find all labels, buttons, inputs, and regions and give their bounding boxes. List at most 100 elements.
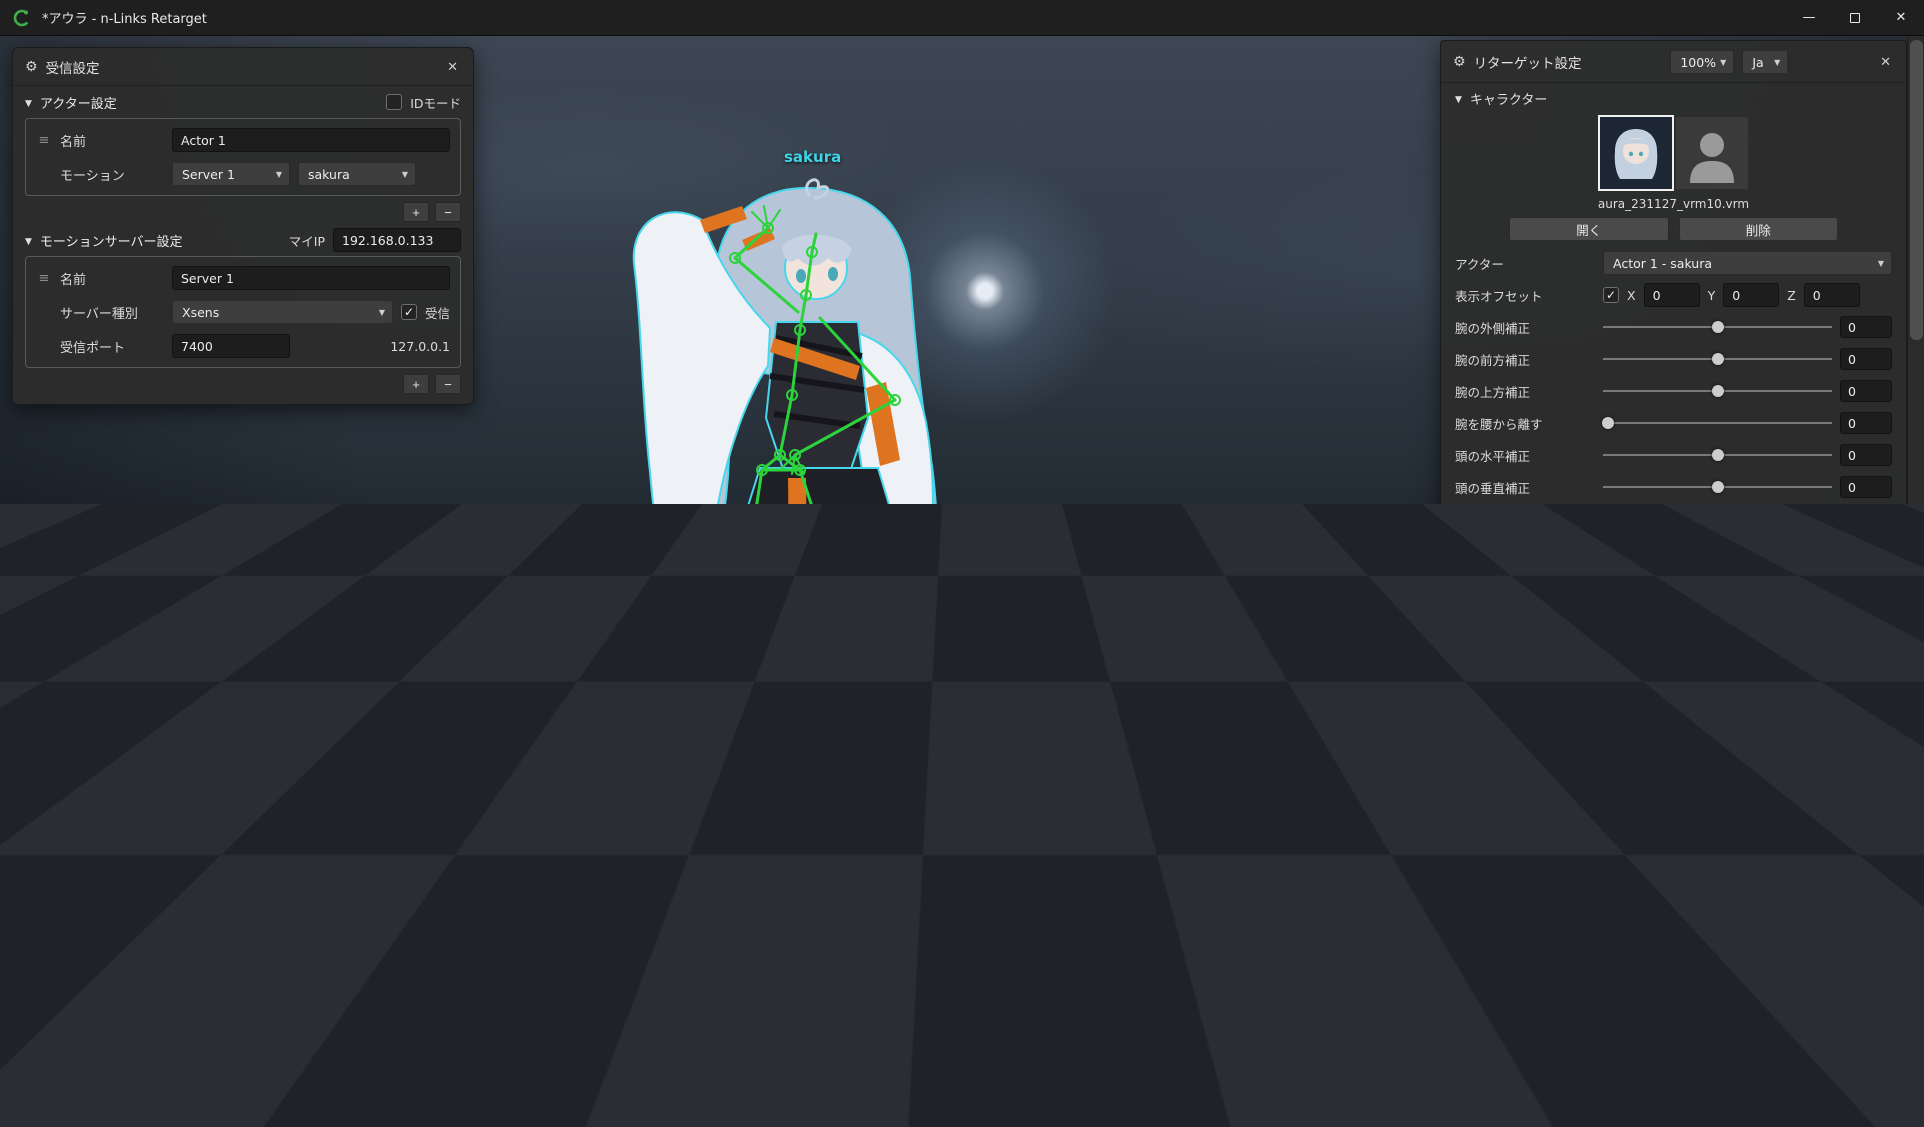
language-select[interactable]: Ja xyxy=(1742,50,1788,74)
offset-z-input[interactable] xyxy=(1804,283,1860,307)
send-toggle-button[interactable]: 送信 xyxy=(1837,1065,1893,1089)
send-frequency-select[interactable]: 60 Hz xyxy=(1603,1001,1791,1025)
actor-name-input[interactable] xyxy=(172,128,450,152)
collapse-icon[interactable] xyxy=(1455,91,1462,106)
head-tilt-correction-slider[interactable] xyxy=(1603,511,1832,527)
slider-value[interactable]: 0 xyxy=(1840,476,1892,498)
actor-label: アクター xyxy=(1455,254,1595,273)
source-bone-color-swatch[interactable] xyxy=(1648,773,1663,788)
receive-port-input[interactable] xyxy=(172,334,290,358)
receive-label: 受信 xyxy=(425,303,450,322)
slider-value[interactable]: 0 xyxy=(1840,572,1892,594)
local-ip-text: 127.0.0.1 xyxy=(390,339,450,354)
slider-value[interactable]: 0 xyxy=(1840,508,1892,530)
gear-icon xyxy=(1453,54,1466,70)
outline-color-swatch[interactable] xyxy=(1648,805,1663,820)
remove-server-button[interactable]: − xyxy=(435,374,461,394)
head-vertical-correction-slider[interactable] xyxy=(1603,479,1832,495)
color-label: 色 xyxy=(1627,739,1640,758)
torso-vertical-correction-slider[interactable] xyxy=(1603,575,1832,591)
character-section-title: キャラクター xyxy=(1470,89,1547,108)
arm-upward-correction-slider[interactable] xyxy=(1603,383,1832,399)
background-select[interactable]: 月光 xyxy=(1603,864,1892,888)
offset-y-input[interactable] xyxy=(1723,283,1779,307)
add-server-button[interactable]: + xyxy=(403,374,429,394)
maximize-button[interactable] xyxy=(1832,0,1878,36)
slider-value[interactable]: 0 xyxy=(1840,604,1892,626)
collapse-icon[interactable] xyxy=(1455,710,1462,725)
axes-checkbox[interactable] xyxy=(1603,836,1619,852)
head-horizontal-correction-slider[interactable] xyxy=(1603,447,1832,463)
foot-width-correction-slider[interactable] xyxy=(1603,639,1832,655)
fov-value[interactable]: 60 xyxy=(1840,897,1892,919)
send-ip-input[interactable] xyxy=(1603,1065,1721,1089)
close-icon[interactable]: ✕ xyxy=(444,60,461,75)
offset-checkbox[interactable] xyxy=(1603,287,1619,303)
motion-select[interactable]: sakura xyxy=(298,162,416,186)
source-bone-checkbox[interactable] xyxy=(1603,772,1619,788)
vrm-filename: aura_231127_vrm10.vrm xyxy=(1455,191,1892,215)
slider-value[interactable]: 0 xyxy=(1840,636,1892,658)
offset-x-input[interactable] xyxy=(1644,283,1700,307)
my-ip-input[interactable] xyxy=(333,228,461,252)
slider-value[interactable]: 0 xyxy=(1840,348,1892,370)
character-thumbnail-empty[interactable] xyxy=(1676,117,1748,189)
motion-server-select[interactable]: Server 1 xyxy=(172,162,290,186)
add-actor-button[interactable]: + xyxy=(403,202,429,222)
slider-value[interactable]: 0 xyxy=(1840,316,1892,338)
send-port-input[interactable] xyxy=(1741,1065,1829,1089)
close-icon[interactable]: ✕ xyxy=(1877,55,1894,70)
close-button[interactable]: ✕ xyxy=(1878,0,1924,36)
retarget-bone-name-checkbox[interactable] xyxy=(1704,740,1720,756)
drag-handle-icon[interactable] xyxy=(36,133,52,148)
torso-tilt-correction-slider[interactable] xyxy=(1603,607,1832,623)
offset-label: 表示オフセット xyxy=(1455,286,1595,305)
retarget-bone-checkbox[interactable] xyxy=(1603,740,1619,756)
slider-value[interactable]: 0 xyxy=(1840,380,1892,402)
torso-horizontal-correction-slider[interactable] xyxy=(1603,543,1832,559)
collapse-icon[interactable] xyxy=(1455,975,1462,990)
delete-vrm-button[interactable]: 削除 xyxy=(1679,217,1839,241)
outline-width-value[interactable]: 2 xyxy=(1792,801,1844,823)
preview-checkbox[interactable] xyxy=(1603,932,1619,948)
effective-rate-text: (実効 : 60 Hz) xyxy=(1799,1005,1878,1022)
slider-label: 体幹の水平補正 xyxy=(1455,542,1595,561)
outline-width-slider[interactable] xyxy=(1704,804,1784,820)
source-bone-name-checkbox[interactable] xyxy=(1704,772,1720,788)
ui-scale-select[interactable]: 100% xyxy=(1670,50,1734,74)
slider-value[interactable]: 0 xyxy=(1840,412,1892,434)
collapse-icon[interactable] xyxy=(25,95,32,110)
server-item: 名前 サーバー種別 Xsens 受信 受信ポート 127.0.0.1 xyxy=(25,256,461,368)
z-axis-color-swatch[interactable] xyxy=(1747,837,1762,852)
viewport-3d[interactable]: sakura 受信設定 ✕ アクター設定 IDモード 名前 xyxy=(0,36,1924,1127)
arm-outward-correction-slider[interactable] xyxy=(1603,319,1832,335)
expand-icon[interactable] xyxy=(1455,670,1462,685)
server-name-input[interactable] xyxy=(172,266,450,290)
collapse-icon[interactable] xyxy=(25,233,32,248)
actor-select[interactable]: Actor 1 - sakura xyxy=(1603,251,1892,275)
section-title: アクター設定 xyxy=(40,93,117,112)
send-format-select[interactable]: /Pose xyxy=(1603,1033,1892,1057)
slider-value[interactable]: 0 xyxy=(1840,540,1892,562)
remove-actor-button[interactable]: − xyxy=(435,202,461,222)
id-mode-checkbox[interactable] xyxy=(386,94,402,110)
retarget-bone-color-swatch[interactable] xyxy=(1648,741,1663,756)
slider-value[interactable]: 0 xyxy=(1840,444,1892,466)
additional-corrections-label: 追加の補正 xyxy=(1470,668,1535,687)
receive-checkbox[interactable] xyxy=(401,304,417,320)
x-axis-color-swatch[interactable] xyxy=(1669,837,1684,852)
open-vrm-button[interactable]: 開く xyxy=(1509,217,1669,241)
minimize-button[interactable]: — xyxy=(1786,0,1832,36)
port-label: 受信ポート xyxy=(60,337,164,356)
outline-checkbox[interactable] xyxy=(1603,804,1619,820)
fov-slider[interactable] xyxy=(1603,900,1832,916)
name-label: 名前 xyxy=(1671,739,1696,758)
panel-scrollbar[interactable] xyxy=(1907,36,1924,1127)
receive-settings-panel: 受信設定 ✕ アクター設定 IDモード 名前 モーション S xyxy=(12,47,474,405)
drag-handle-icon[interactable] xyxy=(36,271,52,286)
scrollbar-thumb[interactable] xyxy=(1910,40,1923,340)
arm-hip-separation-slider[interactable] xyxy=(1603,415,1832,431)
arm-forward-correction-slider[interactable] xyxy=(1603,351,1832,367)
server-type-select[interactable]: Xsens xyxy=(172,300,393,324)
character-thumbnail-selected[interactable] xyxy=(1600,117,1672,189)
